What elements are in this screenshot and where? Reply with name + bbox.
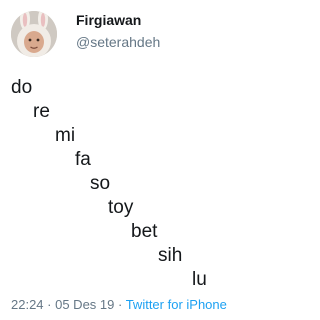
meta-separator: · xyxy=(43,297,56,312)
avatar[interactable] xyxy=(11,11,57,57)
author-display-name[interactable]: Firgiawan xyxy=(76,12,141,28)
bunny-hood-avatar-icon xyxy=(11,11,57,57)
tweet-line: mi xyxy=(55,125,76,146)
tweet-line: bet xyxy=(131,221,158,242)
tweet-line: re xyxy=(33,101,50,122)
meta-separator: · xyxy=(114,297,126,312)
tweet-time[interactable]: 22:24 xyxy=(11,297,44,312)
tweet-line: toy xyxy=(108,197,134,218)
tweet-source-link[interactable]: Twitter for iPhone xyxy=(126,297,227,312)
tweet-line: lu xyxy=(192,269,207,290)
author-handle[interactable]: @seterahdeh xyxy=(76,34,160,50)
tweet-line: sih xyxy=(158,245,183,266)
tweet-line: do xyxy=(11,77,33,98)
tweet-line: fa xyxy=(75,149,91,170)
tweet-meta: 22:24 · 05 Des 19 · Twitter for iPhone xyxy=(11,297,227,312)
tweet-line: so xyxy=(90,173,111,194)
tweet-date[interactable]: 05 Des 19 xyxy=(55,297,114,312)
